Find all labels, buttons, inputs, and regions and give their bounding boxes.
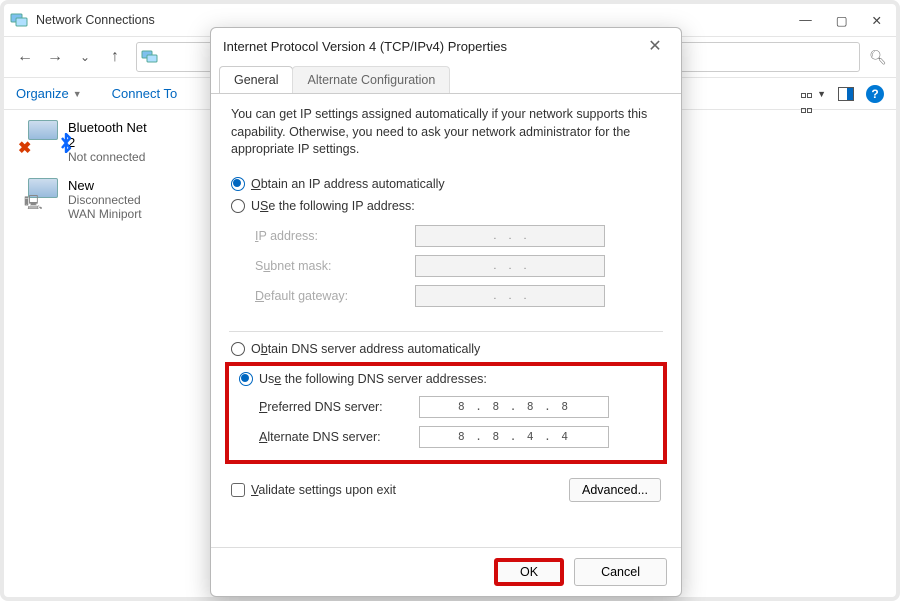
dialog-close-button[interactable]: ✕ (641, 36, 669, 56)
dialog-titlebar: Internet Protocol Version 4 (TCP/IPv4) P… (211, 28, 681, 64)
connection-status: Disconnected (68, 193, 142, 207)
dialog-title: Internet Protocol Version 4 (TCP/IPv4) P… (223, 39, 507, 54)
bluetooth-icon (58, 133, 74, 158)
radio-ip-manual[interactable]: USe the following IP address: (231, 199, 661, 213)
dns-highlight-box: Use the following DNS server addresses: … (225, 362, 667, 464)
dialog-footer: OK Cancel (211, 547, 681, 596)
network-connections-icon (10, 11, 28, 29)
up-button[interactable]: ↑ (100, 42, 130, 72)
recent-dropdown[interactable]: ⌄ (70, 42, 100, 72)
advanced-button[interactable]: Advanced... (569, 478, 661, 502)
field-alternate-dns: Alternate DNS server: 8 . 8 . 4 . 4 (259, 422, 653, 452)
wan-connection-icon: 🖳 (22, 178, 60, 214)
ipv4-properties-dialog: Internet Protocol Version 4 (TCP/IPv4) P… (210, 27, 682, 597)
connect-to-menu[interactable]: Connect To (112, 86, 178, 101)
organize-menu[interactable]: Organize▼ (16, 86, 82, 101)
radio-dns-manual[interactable]: Use the following DNS server addresses: (239, 372, 653, 386)
address-network-icon (141, 48, 159, 66)
bluetooth-connection-icon: ✖ (22, 120, 60, 156)
minimize-button[interactable]: — (799, 13, 812, 28)
forward-button[interactable]: → (40, 42, 70, 72)
input-default-gateway: ... (415, 285, 605, 307)
tab-alternate-configuration[interactable]: Alternate Configuration (292, 66, 450, 93)
radio-icon (231, 177, 245, 191)
field-default-gateway: Default gateway: ... (255, 281, 661, 311)
radio-icon (231, 342, 245, 356)
radio-ip-auto[interactable]: Obtain an IP address automatically (231, 177, 661, 191)
grid-icon (801, 87, 815, 101)
input-ip-address: ... (415, 225, 605, 247)
dialog-tabs: General Alternate Configuration (211, 66, 681, 94)
dialog-description: You can get IP settings assigned automat… (231, 106, 661, 159)
explorer-title: Network Connections (36, 13, 155, 27)
checkbox-validate-on-exit[interactable] (231, 483, 245, 497)
preview-pane-button[interactable] (838, 87, 854, 101)
connection-line2: 2 (68, 135, 147, 150)
radio-icon (231, 199, 245, 213)
field-preferred-dns: Preferred DNS server: 8 . 8 . 8 . 8 (259, 392, 653, 422)
input-preferred-dns[interactable]: 8 . 8 . 8 . 8 (419, 396, 609, 418)
radio-icon (239, 372, 253, 386)
tab-general[interactable]: General (219, 66, 293, 93)
server-icon: 🖳 (24, 192, 43, 216)
layout-view-button[interactable]: ▼ (801, 87, 826, 101)
radio-dns-auto[interactable]: Obtain DNS server address automatically (231, 342, 661, 356)
input-subnet-mask: ... (415, 255, 605, 277)
connection-name: New (68, 178, 142, 193)
help-button[interactable]: ? (866, 85, 884, 103)
input-alternate-dns[interactable]: 8 . 8 . 4 . 4 (419, 426, 609, 448)
search-icon[interactable]: 🔍︎ (866, 49, 890, 66)
disconnected-x-icon: ✖ (18, 138, 31, 158)
field-ip-address: IP address: ... (255, 221, 661, 251)
field-subnet-mask: Subnet mask: ... (255, 251, 661, 281)
validate-label: Validate settings upon exit (251, 483, 396, 497)
cancel-button[interactable]: Cancel (574, 558, 667, 586)
connection-name: Bluetooth Net (68, 120, 147, 135)
maximize-button[interactable]: ▢ (836, 13, 848, 28)
connection-status: Not connected (68, 150, 147, 164)
connection-device: WAN Miniport (68, 207, 142, 221)
close-button[interactable]: ✕ (872, 13, 882, 28)
ok-button[interactable]: OK (494, 558, 564, 586)
back-button[interactable]: ← (10, 42, 40, 72)
